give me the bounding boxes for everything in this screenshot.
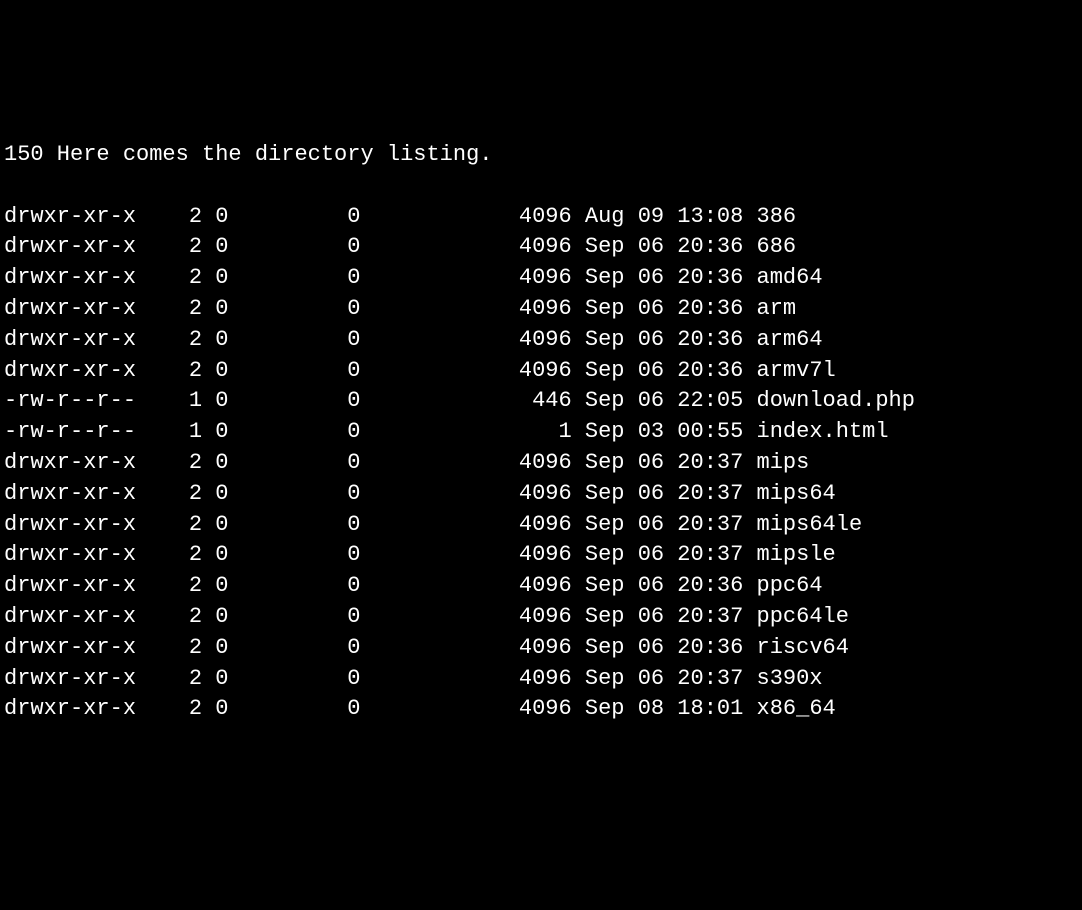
listing-row: drwxr-xr-x 2 0 0 4096 Sep 06 20:36 686 <box>4 232 1078 263</box>
listing-row: drwxr-xr-x 2 0 0 4096 Sep 06 20:37 ppc64… <box>4 602 1078 633</box>
listing-row: -rw-r--r-- 1 0 0 1 Sep 03 00:55 index.ht… <box>4 417 1078 448</box>
listing-row: drwxr-xr-x 2 0 0 4096 Sep 08 18:01 x86_6… <box>4 694 1078 725</box>
listing-header: 150 Here comes the directory listing. <box>4 140 1078 171</box>
listing-row: drwxr-xr-x 2 0 0 4096 Sep 06 20:36 amd64 <box>4 263 1078 294</box>
listing-row: drwxr-xr-x 2 0 0 4096 Sep 06 20:36 ppc64 <box>4 571 1078 602</box>
listing-row: drwxr-xr-x 2 0 0 4096 Aug 09 13:08 386 <box>4 202 1078 233</box>
terminal-output: 150 Here comes the directory listing. dr… <box>0 123 1082 756</box>
listing-row: drwxr-xr-x 2 0 0 4096 Sep 06 20:37 s390x <box>4 664 1078 695</box>
directory-listing: drwxr-xr-x 2 0 0 4096 Aug 09 13:08 386dr… <box>4 202 1078 726</box>
listing-row: drwxr-xr-x 2 0 0 4096 Sep 06 20:36 arm <box>4 294 1078 325</box>
listing-row: drwxr-xr-x 2 0 0 4096 Sep 06 20:37 mipsl… <box>4 540 1078 571</box>
listing-row: drwxr-xr-x 2 0 0 4096 Sep 06 20:37 mips6… <box>4 479 1078 510</box>
listing-row: drwxr-xr-x 2 0 0 4096 Sep 06 20:37 mips <box>4 448 1078 479</box>
listing-row: drwxr-xr-x 2 0 0 4096 Sep 06 20:36 armv7… <box>4 356 1078 387</box>
listing-row: drwxr-xr-x 2 0 0 4096 Sep 06 20:37 mips6… <box>4 510 1078 541</box>
listing-row: drwxr-xr-x 2 0 0 4096 Sep 06 20:36 riscv… <box>4 633 1078 664</box>
listing-row: -rw-r--r-- 1 0 0 446 Sep 06 22:05 downlo… <box>4 386 1078 417</box>
listing-row: drwxr-xr-x 2 0 0 4096 Sep 06 20:36 arm64 <box>4 325 1078 356</box>
